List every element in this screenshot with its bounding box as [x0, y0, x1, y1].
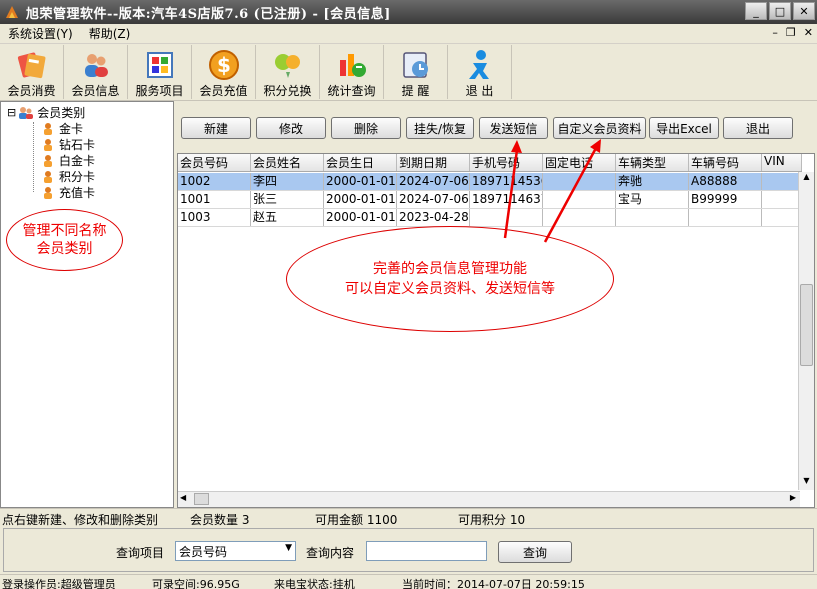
status-bar: 登录操作员:超级管理员 可录空间:96.95G 来电宝状态:挂机 当前时间：20…	[0, 574, 817, 589]
annotation-line: 完善的会员信息管理功能	[373, 261, 527, 277]
operator-status: 登录操作员:超级管理员	[2, 578, 116, 589]
query-button[interactable]: 查询	[498, 541, 572, 563]
available-amount: 可用金额 1100	[315, 513, 398, 527]
member-count: 会员数量 3	[190, 513, 250, 527]
annotation-line: 可以自定义会员资料、发送短信等	[345, 281, 555, 297]
tree-hint: 点右键新建、修改和删除类别	[2, 513, 159, 527]
caller-status: 来电宝状态:挂机	[274, 578, 355, 589]
available-points: 可用积分 10	[458, 513, 526, 527]
query-content-label: 查询内容	[306, 546, 355, 560]
current-time: 当前时间：2014-07-07日 20:59:15	[402, 578, 585, 589]
query-item-select[interactable]: 会员号码 ▼	[175, 541, 296, 561]
space-status: 可录空间:96.95G	[152, 578, 240, 589]
summary-bar: 点右键新建、修改和删除类别 会员数量 3 可用金额 1100 可用积分 10	[0, 508, 817, 527]
query-panel: 查询项目 会员号码 ▼ 查询内容 查询	[3, 528, 814, 572]
query-content-input[interactable]	[366, 541, 487, 561]
chevron-down-icon[interactable]: ▼	[285, 543, 292, 553]
query-item-value: 会员号码	[179, 544, 228, 559]
query-item-label: 查询项目	[116, 546, 165, 560]
annotation-features: 完善的会员信息管理功能 可以自定义会员资料、发送短信等	[286, 226, 614, 332]
